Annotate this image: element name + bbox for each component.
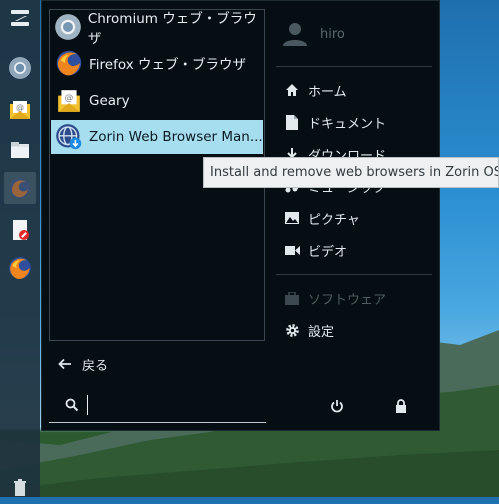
- folder-icon: [11, 142, 29, 158]
- picture-icon: [285, 212, 299, 224]
- video-icon: [284, 245, 300, 255]
- software-icon: [285, 291, 299, 305]
- dock-firefox-running[interactable]: [4, 172, 36, 204]
- dock-geary[interactable]: @: [4, 94, 36, 126]
- place-label: ビデオ: [308, 244, 348, 260]
- lock-screen-button[interactable]: [392, 397, 410, 415]
- user-account[interactable]: hiro: [282, 21, 345, 47]
- zorin-menu-button[interactable]: [4, 2, 36, 34]
- app-item-geary[interactable]: @ Geary: [51, 84, 263, 118]
- zorin-logo-icon: [11, 10, 29, 26]
- web-browser-manager-icon: [56, 124, 82, 150]
- software-package-icon: [13, 220, 29, 240]
- app-item-zorin-web-browser-manager[interactable]: Zorin Web Browser Man...: [51, 120, 263, 154]
- app-item-label: Geary: [89, 93, 130, 109]
- user-name: hiro: [320, 26, 345, 42]
- chromium-icon: [55, 14, 82, 40]
- lock-icon: [396, 399, 406, 413]
- svg-text:@: @: [65, 93, 74, 103]
- divider: [276, 274, 432, 275]
- search-field[interactable]: [49, 387, 266, 423]
- text-cursor: [87, 394, 88, 415]
- document-icon: [286, 114, 298, 130]
- geary-mail-icon: @: [58, 90, 80, 112]
- back-button[interactable]: 戻る: [58, 353, 108, 375]
- dock-files[interactable]: [4, 134, 36, 166]
- trash-icon: [14, 479, 26, 496]
- geary-mail-icon: @: [10, 101, 30, 119]
- firefox-icon: [10, 178, 30, 198]
- search-icon: [65, 398, 79, 411]
- app-item-firefox[interactable]: Firefox ウェブ・ブラウザ: [51, 46, 263, 80]
- app-tooltip: Install and remove web browsers in Zorin…: [203, 157, 499, 188]
- place-label: ドキュメント: [308, 116, 387, 132]
- user-avatar-icon: [283, 23, 307, 46]
- power-icon: [331, 400, 343, 413]
- settings-gear-icon: [285, 323, 299, 337]
- dock-chromium[interactable]: [4, 52, 36, 84]
- dock-panel: @: [0, 0, 40, 497]
- place-documents[interactable]: ドキュメント: [284, 111, 386, 133]
- tooltip-text: Install and remove web browsers in Zorin…: [210, 165, 499, 180]
- app-item-label: Chromium ウェブ・ブラウザ: [87, 11, 257, 47]
- svg-text:@: @: [16, 103, 24, 112]
- place-pictures[interactable]: ピクチャ: [284, 207, 360, 229]
- place-label: ピクチャ: [308, 212, 360, 228]
- firefox-icon: [56, 50, 82, 76]
- place-home[interactable]: ホーム: [284, 79, 347, 101]
- arrow-left-icon: [58, 358, 71, 370]
- back-label: 戻る: [82, 358, 109, 374]
- system-software: ソフトウェア: [284, 287, 386, 309]
- app-item-label: Zorin Web Browser Man...: [89, 129, 263, 145]
- system-label: ソフトウェア: [308, 292, 387, 308]
- app-item-label: Firefox ウェブ・ブラウザ: [89, 57, 246, 73]
- home-icon: [286, 84, 298, 96]
- place-videos[interactable]: ビデオ: [284, 239, 347, 261]
- chromium-icon: [9, 57, 31, 79]
- dock-software[interactable]: [4, 214, 36, 246]
- divider: [276, 66, 432, 67]
- power-button[interactable]: [328, 397, 346, 415]
- firefox-icon: [9, 257, 31, 279]
- dock-firefox[interactable]: [4, 252, 36, 284]
- place-label: ホーム: [308, 84, 347, 100]
- zorin-app-menu: Chromium ウェブ・ブラウザ Firefox ウェブ・ブラウザ @ Gea…: [41, 0, 440, 431]
- app-item-chromium[interactable]: Chromium ウェブ・ブラウザ: [51, 10, 263, 47]
- system-settings[interactable]: 設定: [284, 319, 334, 341]
- system-label: 設定: [308, 324, 335, 340]
- dock-trash[interactable]: [4, 472, 36, 504]
